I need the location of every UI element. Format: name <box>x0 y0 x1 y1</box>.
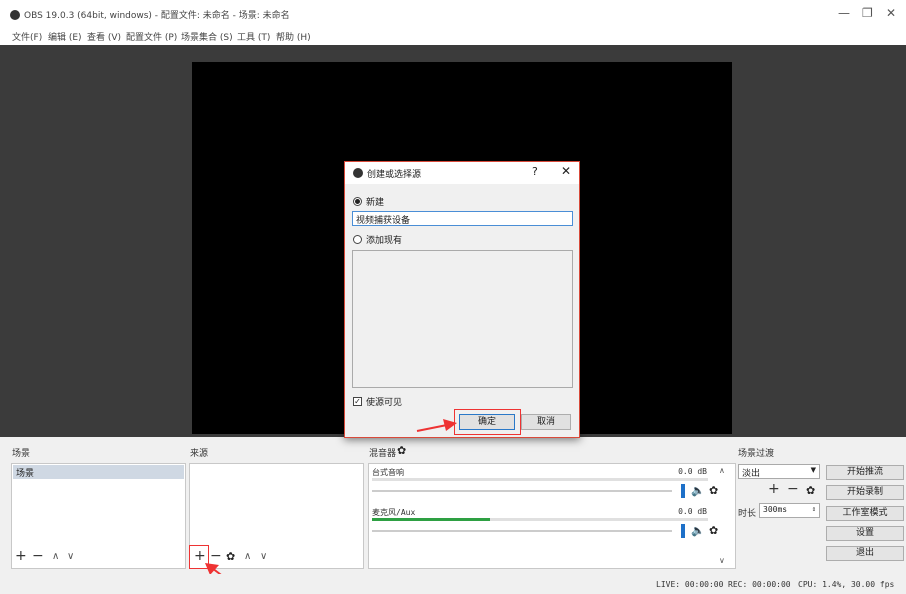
menu-help[interactable]: 帮助 (H) <box>276 30 311 43</box>
mixer-panel: 台式音响 0.0 dB ∧ 🔈 ✿ 麦克风/Aux 0.0 dB 🔈 ✿ ∨ <box>368 463 736 569</box>
cancel-button[interactable]: 取消 <box>521 414 571 430</box>
new-source-label: 新建 <box>366 198 385 208</box>
speaker-icon[interactable]: 🔈 <box>691 524 705 537</box>
channel-gear-icon[interactable]: ✿ <box>709 524 718 537</box>
dialog-close-button[interactable]: ✕ <box>561 164 571 178</box>
mixer-dock-title: 混音器 <box>369 449 397 459</box>
add-scene-icon[interactable]: + <box>15 548 27 564</box>
existing-source-radio[interactable] <box>353 235 362 244</box>
menu-profile[interactable]: 配置文件 (P) <box>126 30 177 43</box>
menu-edit[interactable]: 编辑 (E) <box>48 30 82 43</box>
menu-scene-collection[interactable]: 场景集合 (S) <box>181 30 233 43</box>
volume-slider[interactable] <box>372 490 672 492</box>
source-up-icon[interactable]: ∧ <box>244 551 251 562</box>
restore-button[interactable]: ❐ <box>862 6 873 20</box>
rec-timer: REC: 00:00:00 <box>728 580 791 589</box>
make-visible-label: 使源可见 <box>366 398 403 408</box>
transition-select[interactable]: 淡出 ▼ <box>738 464 820 479</box>
live-timer: LIVE: 00:00:00 <box>656 580 724 589</box>
help-button[interactable]: ? <box>532 165 538 178</box>
make-visible-checkbox[interactable]: ✓ <box>353 397 362 406</box>
dialog-title: 创建或选择源 <box>367 170 422 180</box>
existing-sources-list[interactable] <box>352 250 573 388</box>
existing-source-label: 添加现有 <box>366 236 403 246</box>
transition-selected-value: 淡出 <box>742 469 761 479</box>
cpu-fps-readout: CPU: 1.4%, 30.00 fps <box>798 580 895 589</box>
spinner-icon[interactable]: ⇕ <box>812 505 816 513</box>
volume-slider[interactable] <box>372 530 672 532</box>
transitions-dock-title: 场景过渡 <box>738 449 775 459</box>
audio-meter <box>372 478 708 481</box>
settings-button[interactable]: 设置 <box>826 526 904 541</box>
mixer-channel-db: 0.0 dB <box>678 467 707 476</box>
menu-tools[interactable]: 工具 (T) <box>237 30 270 43</box>
volume-slider-handle[interactable] <box>681 524 685 538</box>
scroll-down-icon[interactable]: ∨ <box>719 556 725 565</box>
duration-spinbox[interactable]: 300ms ⇕ <box>759 503 820 518</box>
duration-value: 300ms <box>763 505 788 514</box>
duration-label: 时长 <box>738 509 757 519</box>
scene-down-icon[interactable]: ∨ <box>67 551 74 562</box>
scenes-dock-title: 场景 <box>12 449 31 459</box>
dialog-header: 创建或选择源 ? ✕ <box>345 162 579 184</box>
mixer-channel-db: 0.0 dB <box>678 507 707 516</box>
chevron-down-icon: ▼ <box>810 466 816 474</box>
speaker-icon[interactable]: 🔈 <box>691 484 705 497</box>
remove-scene-icon[interactable]: − <box>32 548 44 564</box>
remove-transition-icon[interactable]: − <box>787 481 799 497</box>
menu-view[interactable]: 查看 (V) <box>87 30 121 43</box>
annotation-arrow-icon <box>416 419 457 432</box>
window-title: OBS 19.0.3 (64bit, windows) - 配置文件: 未命名 … <box>24 11 290 21</box>
volume-slider-handle[interactable] <box>681 484 685 498</box>
minimize-button[interactable]: — <box>838 6 850 20</box>
new-source-radio[interactable] <box>353 197 362 206</box>
obs-logo-icon <box>353 168 363 178</box>
close-button[interactable]: ✕ <box>886 6 896 20</box>
mixer-gear-icon[interactable]: ✿ <box>397 444 406 457</box>
obs-logo-icon <box>10 10 20 20</box>
source-name-input[interactable]: 视频捕获设备 <box>352 211 573 226</box>
exit-button[interactable]: 退出 <box>826 546 904 561</box>
sources-dock-title: 来源 <box>190 449 209 459</box>
start-streaming-button[interactable]: 开始推流 <box>826 465 904 480</box>
transition-gear-icon[interactable]: ✿ <box>806 484 815 497</box>
channel-gear-icon[interactable]: ✿ <box>709 484 718 497</box>
start-recording-button[interactable]: 开始录制 <box>826 485 904 500</box>
audio-meter-fill <box>372 518 490 521</box>
scene-list-item[interactable]: 场景 <box>13 465 184 479</box>
studio-mode-button[interactable]: 工作室模式 <box>826 506 904 521</box>
status-bar: LIVE: 00:00:00 REC: 00:00:00 CPU: 1.4%, … <box>0 574 906 594</box>
menu-bar: 文件(F) 编辑 (E) 查看 (V) 配置文件 (P) 场景集合 (S) 工具… <box>0 28 906 45</box>
add-transition-icon[interactable]: + <box>768 481 780 497</box>
source-down-icon[interactable]: ∨ <box>260 551 267 562</box>
title-bar: OBS 19.0.3 (64bit, windows) - 配置文件: 未命名 … <box>0 0 906 28</box>
mixer-channel-name: 台式音响 <box>372 468 404 477</box>
menu-file[interactable]: 文件(F) <box>12 30 42 43</box>
ok-button[interactable]: 确定 <box>459 414 515 430</box>
scroll-up-icon[interactable]: ∧ <box>719 466 725 475</box>
audio-meter <box>372 518 708 521</box>
scene-up-icon[interactable]: ∧ <box>52 551 59 562</box>
mixer-channel-name: 麦克风/Aux <box>372 508 416 517</box>
create-source-dialog: 创建或选择源 ? ✕ 新建 视频捕获设备 添加现有 ✓ 使源可见 确定 取消 <box>344 161 580 438</box>
